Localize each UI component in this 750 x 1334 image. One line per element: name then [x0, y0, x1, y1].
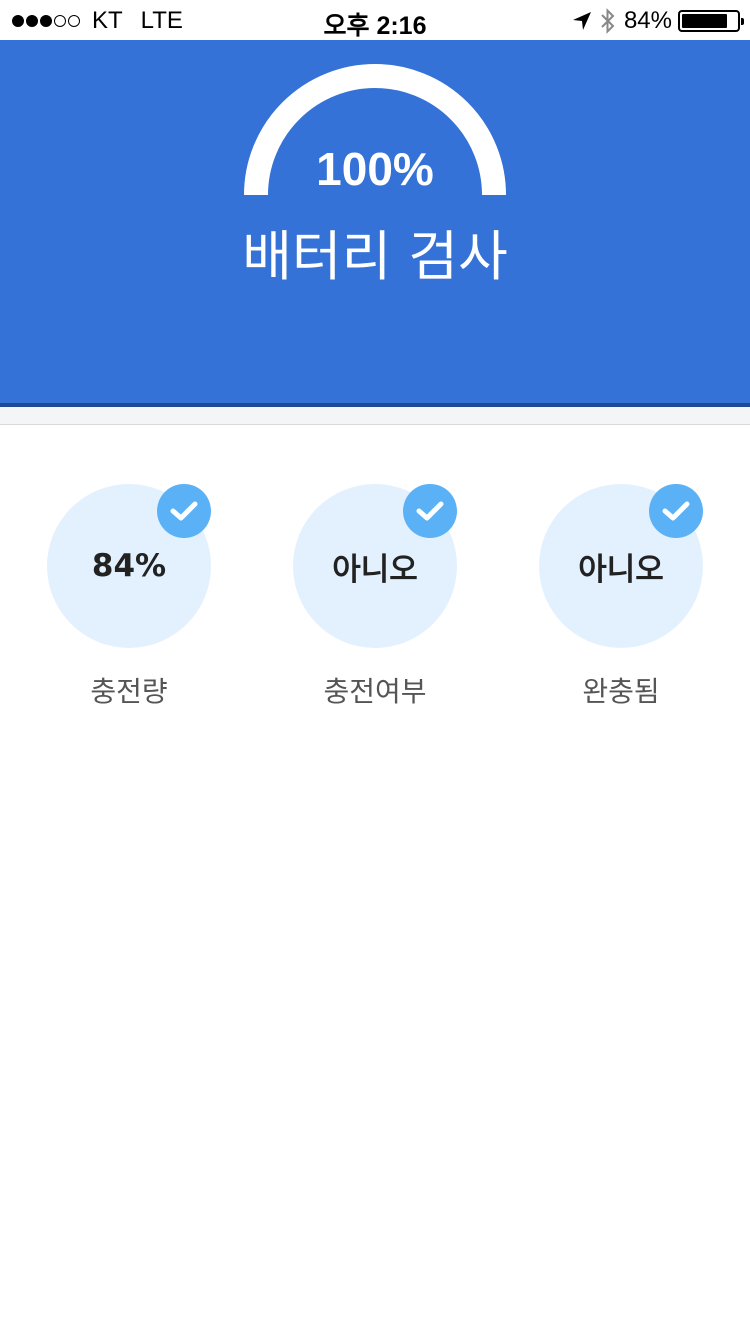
check-icon: [649, 484, 703, 538]
status-bar-right: 84%: [572, 7, 744, 35]
stat-value: 아니오: [332, 551, 418, 588]
location-arrow-icon: [572, 11, 592, 31]
status-bar: KT LTE 오후 2:16 84%: [0, 0, 750, 40]
check-icon: [403, 484, 457, 538]
battery-percent: 84%: [623, 7, 672, 34]
stat-label: 충전여부: [323, 675, 427, 708]
stat-label: 충전량: [90, 675, 168, 708]
stat-value: 84%: [91, 548, 167, 584]
battery-level: [682, 14, 728, 28]
stat-label: 완충됨: [582, 675, 660, 708]
battery-icon: [678, 10, 744, 32]
bluetooth-icon: [600, 8, 616, 34]
page-title: 배터리 검사: [242, 225, 508, 288]
stat-value: 아니오: [578, 551, 664, 588]
check-icon: [157, 484, 211, 538]
section-divider: [0, 407, 750, 425]
gauge-value: 100%: [316, 143, 434, 195]
